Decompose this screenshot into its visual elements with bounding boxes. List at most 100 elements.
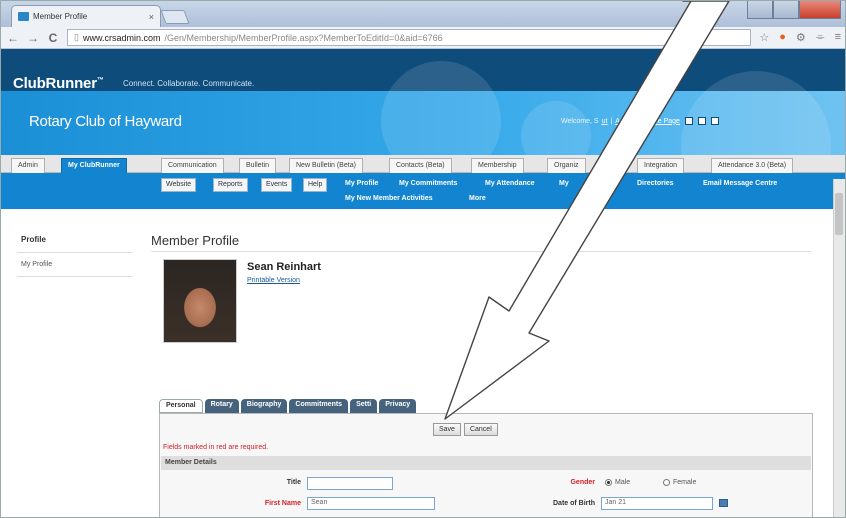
date-of-birth-label: Date of Birth <box>553 500 595 507</box>
gender-male-label: Male <box>615 479 631 486</box>
my-link[interactable]: My <box>559 180 569 187</box>
calendar-icon[interactable] <box>719 499 728 507</box>
cancel-button[interactable]: Cancel <box>463 423 498 436</box>
sub-navigation: Website Reports Events Help My Profile M… <box>1 173 845 209</box>
clubrunner-favicon-icon <box>18 12 29 21</box>
url-host: www.crsadmin.com <box>82 32 161 43</box>
events-button[interactable]: Events <box>261 178 293 192</box>
clubrunner-logo[interactable]: ClubRunner™ <box>13 75 104 92</box>
tab-attendance[interactable]: Attendance 3.0 (Beta) <box>711 158 794 173</box>
toolbar-icons: ☆ ● ⚙ ⌯ ≡ <box>759 31 841 44</box>
member-name: Sean Reinhart <box>247 261 321 273</box>
section-heading: Member Details <box>161 456 811 470</box>
title-field[interactable] <box>307 477 393 490</box>
tab-my-clubrunner[interactable]: My ClubRunner <box>61 158 127 173</box>
my-attendance-link[interactable]: My Attendance <box>485 180 535 187</box>
tab-contacts[interactable]: Contacts (Beta) <box>389 158 452 173</box>
club-name: Rotary Club of Hayward <box>29 113 182 130</box>
tab-communication[interactable]: Communication <box>161 158 224 173</box>
my-commitments-link[interactable]: My Commitments <box>399 180 457 187</box>
url-path: /Gen/Membership/MemberProfile.aspx?Membe… <box>164 32 443 43</box>
member-photo <box>163 259 237 343</box>
left-sidebar: Profile My Profile <box>17 227 133 277</box>
radio-unselected-icon <box>663 479 670 486</box>
form-actions: Save Cancel <box>433 423 498 436</box>
close-window-button[interactable] <box>799 1 841 19</box>
reload-icon[interactable]: C <box>47 31 59 45</box>
tab-admin[interactable]: Admin <box>11 158 45 173</box>
settings-icon[interactable]: ⚙ <box>796 31 806 44</box>
new-member-activities-link[interactable]: My New Member Activities <box>345 195 433 202</box>
browser-tab[interactable]: Member Profile × <box>11 5 161 27</box>
directories-link[interactable]: Directories <box>637 180 674 187</box>
font-size-icon[interactable] <box>697 117 706 125</box>
browser-tab-strip: Member Profile × <box>1 1 845 27</box>
title-label: Title <box>286 479 301 486</box>
browser-tab-title: Member Profile <box>33 12 88 21</box>
extension-icon[interactable]: ● <box>779 31 786 44</box>
star-icon[interactable]: ☆ <box>759 31 769 44</box>
website-button[interactable]: Website <box>161 178 197 192</box>
scrollbar-thumb[interactable] <box>835 193 843 235</box>
sidebar-heading: Profile <box>17 227 133 253</box>
tab-biography[interactable]: Biography <box>240 399 288 413</box>
new-tab-button[interactable] <box>160 10 190 24</box>
forward-icon[interactable]: → <box>27 31 39 45</box>
tab-close-icon[interactable]: × <box>149 12 154 22</box>
tab-rotary[interactable]: Rotary <box>204 399 239 413</box>
window-controls <box>747 1 841 19</box>
back-icon[interactable]: ← <box>7 31 19 45</box>
maximize-button[interactable] <box>773 1 799 19</box>
save-button[interactable]: Save <box>433 423 461 436</box>
browser-toolbar: ← → C ▯ www.crsadmin.com/Gen/Membership/… <box>1 27 845 49</box>
address-bar[interactable]: ▯ www.crsadmin.com/Gen/Membership/Member… <box>67 29 752 46</box>
radio-selected-icon <box>605 479 612 486</box>
help-button[interactable]: Help <box>303 178 328 192</box>
separator: | <box>610 117 613 125</box>
gender-label: Gender <box>570 479 595 486</box>
email-message-centre-link[interactable]: Email Message Centre <box>703 180 777 187</box>
header-links: Welcome, S ut | Admin | Home Page <box>561 117 719 125</box>
required-fields-note: Fields marked in red are required. <box>163 444 269 451</box>
tab-organization[interactable]: Organiz <box>547 158 586 173</box>
access-link[interactable]: ess <box>603 180 615 187</box>
font-size-icon[interactable] <box>684 117 693 125</box>
divider <box>151 251 811 252</box>
logo-text: ClubRunner <box>13 75 97 92</box>
menu-icon[interactable]: ≡ <box>835 31 841 44</box>
separator: | <box>638 117 640 125</box>
my-profile-link[interactable]: My Profile <box>345 180 378 187</box>
reports-button[interactable]: Reports <box>213 178 248 192</box>
main-navigation: Admin My ClubRunner Communication Bullet… <box>1 155 845 173</box>
first-name-field[interactable]: Sean <box>307 497 435 510</box>
page-icon: ▯ <box>74 32 79 42</box>
tab-bulletin[interactable]: Bulletin <box>239 158 276 173</box>
page-title: Member Profile <box>151 233 240 248</box>
printable-version-link[interactable]: Printable Version <box>247 277 300 284</box>
home-page-link[interactable]: Home Page <box>643 118 680 125</box>
minimize-button[interactable] <box>747 1 773 19</box>
tab-integration[interactable]: Integration <box>637 158 685 173</box>
tab-new-bulletin[interactable]: New Bulletin (Beta) <box>289 158 363 173</box>
tagline: Connect. Collaborate. Communicate. <box>123 79 255 88</box>
date-of-birth-field[interactable]: Jan 21 <box>601 497 713 510</box>
logout-link[interactable]: ut <box>602 118 608 125</box>
sidebar-item-my-profile[interactable]: My Profile <box>17 253 133 277</box>
welcome-text: Welcome, S <box>561 117 599 125</box>
wrench-icon[interactable]: ⌯ <box>816 31 825 44</box>
profile-tabs: Personal Rotary Biography Commitments Se… <box>159 399 417 413</box>
tab-commitments[interactable]: Commitments <box>289 399 349 413</box>
gender-male-radio[interactable]: Male <box>605 479 630 486</box>
admin-link[interactable]: Admin <box>615 118 635 125</box>
trademark: ™ <box>96 77 104 84</box>
gender-female-label: Female <box>673 479 697 486</box>
tab-privacy[interactable]: Privacy <box>379 399 417 413</box>
tab-membership[interactable]: Membership <box>471 158 524 173</box>
browser-window: Member Profile × ← → C ▯ www.crsadmin.co… <box>0 0 846 518</box>
tab-settings[interactable]: Setti <box>350 399 378 413</box>
tab-personal[interactable]: Personal <box>159 399 203 413</box>
gender-female-radio[interactable]: Female <box>663 479 696 486</box>
print-icon[interactable] <box>710 117 719 125</box>
first-name-label: First Name <box>264 500 301 507</box>
more-link[interactable]: More <box>469 195 486 202</box>
